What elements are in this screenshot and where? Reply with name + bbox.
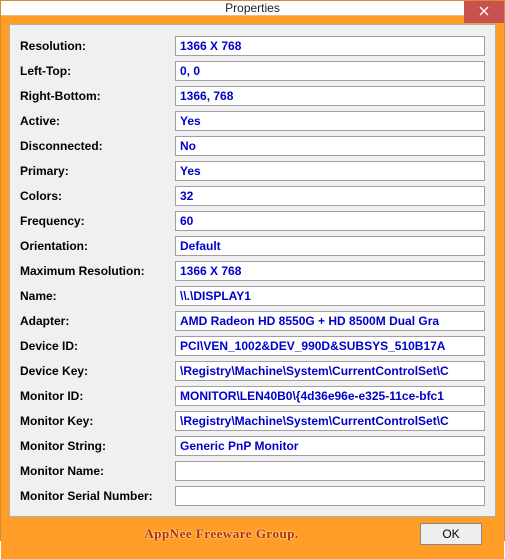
property-label: Monitor String:: [20, 439, 175, 453]
property-row: Monitor ID:: [20, 385, 485, 406]
property-value[interactable]: [175, 311, 485, 331]
property-label: Resolution:: [20, 39, 175, 53]
property-row: Left-Top:: [20, 60, 485, 81]
property-label: Frequency:: [20, 214, 175, 228]
property-label: Primary:: [20, 164, 175, 178]
property-row: Resolution:: [20, 35, 485, 56]
property-row: Disconnected:: [20, 135, 485, 156]
property-value[interactable]: [175, 111, 485, 131]
property-value[interactable]: [175, 211, 485, 231]
property-value[interactable]: [175, 286, 485, 306]
property-row: Maximum Resolution:: [20, 260, 485, 281]
property-row: Device Key:: [20, 360, 485, 381]
property-row: Frequency:: [20, 210, 485, 231]
property-row: Orientation:: [20, 235, 485, 256]
property-row: Device ID:: [20, 335, 485, 356]
property-value[interactable]: [175, 461, 485, 481]
close-icon: [479, 5, 489, 19]
property-label: Colors:: [20, 189, 175, 203]
property-label: Name:: [20, 289, 175, 303]
property-label: Monitor Serial Number:: [20, 489, 175, 503]
property-label: Left-Top:: [20, 64, 175, 78]
property-value[interactable]: [175, 336, 485, 356]
property-label: Monitor Key:: [20, 414, 175, 428]
property-value[interactable]: [175, 361, 485, 381]
property-label: Disconnected:: [20, 139, 175, 153]
property-row: Name:: [20, 285, 485, 306]
property-value[interactable]: [175, 136, 485, 156]
property-label: Maximum Resolution:: [20, 264, 175, 278]
property-label: Device Key:: [20, 364, 175, 378]
property-value[interactable]: [175, 161, 485, 181]
property-row: Right-Bottom:: [20, 85, 485, 106]
property-value[interactable]: [175, 86, 485, 106]
property-row: Monitor Key:: [20, 410, 485, 431]
property-value[interactable]: [175, 186, 485, 206]
ok-button[interactable]: OK: [420, 523, 482, 545]
footer-branding: AppNee Freeware Group.: [23, 526, 420, 542]
properties-window: Properties Resolution: Left-Top: Right-B…: [0, 0, 505, 541]
property-row: Monitor String:: [20, 435, 485, 456]
property-value[interactable]: [175, 386, 485, 406]
property-label: Active:: [20, 114, 175, 128]
property-row: Active:: [20, 110, 485, 131]
content-area: Resolution: Left-Top: Right-Bottom: Acti…: [1, 16, 504, 559]
property-value[interactable]: [175, 261, 485, 281]
property-label: Monitor ID:: [20, 389, 175, 403]
property-value[interactable]: [175, 61, 485, 81]
property-label: Device ID:: [20, 339, 175, 353]
property-row: Colors:: [20, 185, 485, 206]
property-row: Primary:: [20, 160, 485, 181]
property-row: Monitor Serial Number:: [20, 485, 485, 506]
property-value[interactable]: [175, 36, 485, 56]
property-label: Adapter:: [20, 314, 175, 328]
property-label: Orientation:: [20, 239, 175, 253]
property-label: Right-Bottom:: [20, 89, 175, 103]
window-title: Properties: [1, 1, 504, 15]
property-label: Monitor Name:: [20, 464, 175, 478]
property-value[interactable]: [175, 411, 485, 431]
property-row: Monitor Name:: [20, 460, 485, 481]
property-row: Adapter:: [20, 310, 485, 331]
footer: AppNee Freeware Group. OK: [9, 517, 496, 551]
titlebar: Properties: [1, 1, 504, 16]
close-button[interactable]: [464, 1, 504, 23]
property-value[interactable]: [175, 436, 485, 456]
properties-panel: Resolution: Left-Top: Right-Bottom: Acti…: [9, 24, 496, 517]
property-value[interactable]: [175, 236, 485, 256]
property-value[interactable]: [175, 486, 485, 506]
